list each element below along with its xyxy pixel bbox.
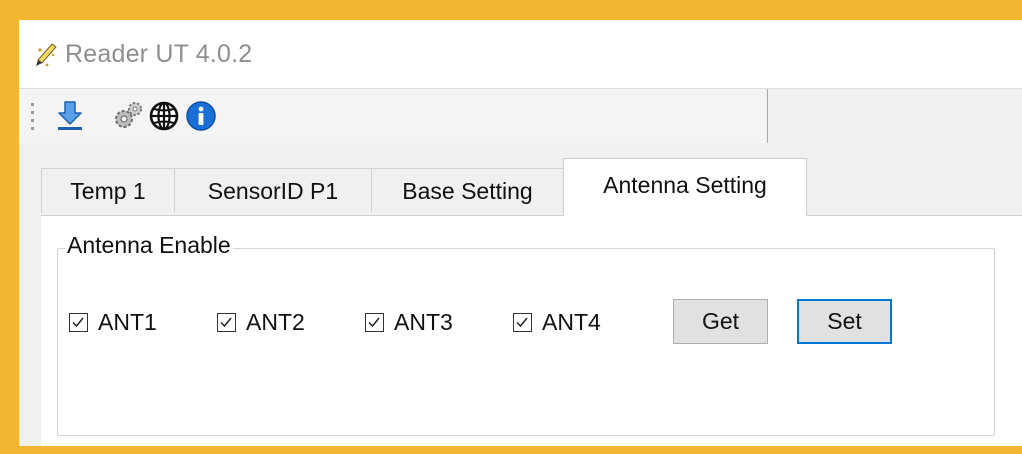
ant1-label: ANT1 xyxy=(98,308,157,335)
ant3-label: ANT3 xyxy=(394,308,453,335)
checkbox-box[interactable] xyxy=(69,312,88,332)
antenna-enable-legend: Antenna Enable xyxy=(65,232,233,259)
set-button[interactable]: Set xyxy=(797,299,892,344)
tab-antenna-setting[interactable]: Antenna Setting xyxy=(563,158,807,216)
title-bar[interactable]: Reader UT 4.0.2 xyxy=(19,20,1022,89)
checkmark-icon xyxy=(516,317,528,327)
app-window: Reader UT 4.0.2 Temp 1 SensorID P1 Base … xyxy=(19,20,1022,446)
tab-sensorid-p1[interactable]: SensorID P1 xyxy=(174,168,372,212)
ant2-label: ANT2 xyxy=(246,308,305,335)
pen-icon xyxy=(36,43,57,67)
tab-base-setting[interactable]: Base Setting xyxy=(371,168,564,212)
checkbox-box[interactable] xyxy=(365,312,384,332)
ant4-label: ANT4 xyxy=(542,308,601,335)
checkbox-box[interactable] xyxy=(513,312,532,332)
info-icon[interactable] xyxy=(184,99,218,133)
ant2-checkbox[interactable]: ANT2 xyxy=(217,309,305,335)
tab-temp-1[interactable]: Temp 1 xyxy=(41,168,175,212)
checkmark-icon xyxy=(72,317,84,327)
checkbox-box[interactable] xyxy=(217,312,236,332)
toolbar-grip-icon[interactable] xyxy=(31,103,34,131)
download-icon[interactable] xyxy=(53,99,87,133)
gears-icon[interactable] xyxy=(111,99,145,133)
toolbar xyxy=(19,89,768,143)
tab-panel-antenna-setting: Antenna Enable ANT1 ANT2 ANT3 ANT4 Get S… xyxy=(41,215,1022,446)
checkmark-icon xyxy=(220,317,232,327)
checkmark-icon xyxy=(368,317,380,327)
ant4-checkbox[interactable]: ANT4 xyxy=(513,309,601,335)
ant3-checkbox[interactable]: ANT3 xyxy=(365,309,453,335)
globe-icon[interactable] xyxy=(147,99,181,133)
tab-strip: Temp 1 SensorID P1 Base Setting Antenna … xyxy=(41,158,861,216)
ant1-checkbox[interactable]: ANT1 xyxy=(69,309,157,335)
get-button[interactable]: Get xyxy=(673,299,768,344)
window-title: Reader UT 4.0.2 xyxy=(65,40,253,68)
